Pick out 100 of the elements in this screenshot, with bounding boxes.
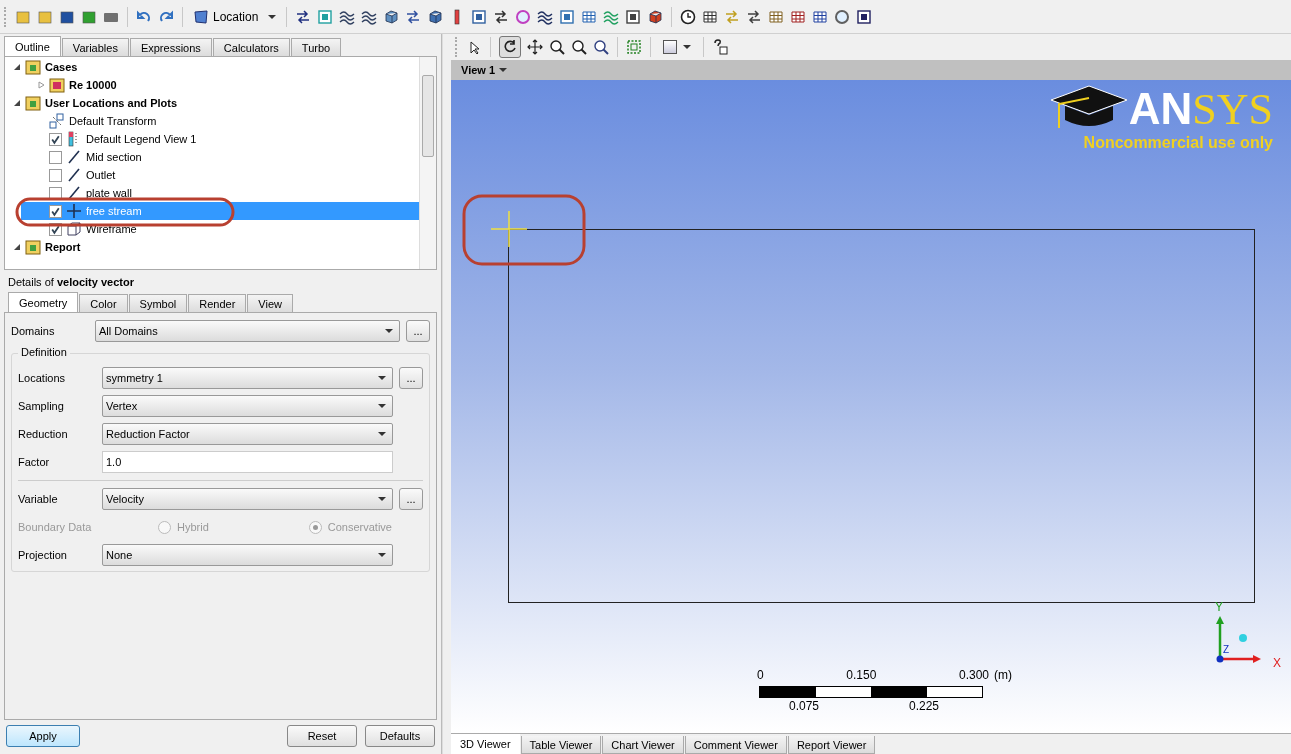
group-title: Definition [18, 346, 70, 358]
viewport[interactable]: ANSYS Noncommercial use only 0 0.150 0.300 (m) 0.075 0.225 Y Z X [451, 80, 1291, 733]
tree-item-label[interactable]: Re 10000 [69, 79, 117, 91]
viewer-tab[interactable]: Report Viewer [787, 736, 876, 754]
table-icon[interactable] [790, 8, 807, 25]
tree-item-label[interactable]: Outlet [86, 169, 116, 181]
action-button[interactable]: Defaults [365, 725, 435, 747]
dropdown[interactable]: Reduction Factor [102, 423, 393, 445]
wireframe-icon [66, 221, 82, 237]
arrows-icon[interactable] [295, 8, 312, 25]
more-button[interactable]: ... [399, 367, 423, 389]
action-button[interactable]: Reset [287, 725, 357, 747]
zoom-icon[interactable] [593, 39, 609, 55]
dropdown[interactable]: All Domains [95, 320, 400, 342]
table-icon[interactable] [768, 8, 785, 25]
tree-group-label[interactable]: Cases [45, 61, 78, 73]
logo-text: ANSYS [1128, 86, 1273, 132]
outline-tab[interactable]: Expressions [129, 38, 212, 56]
license-note: Noncommercial use only [1083, 134, 1273, 152]
tree-group-label[interactable]: Report [45, 241, 81, 253]
cube-icon[interactable] [427, 8, 444, 25]
tree-item-label[interactable]: plate wall [86, 187, 132, 199]
zoom-icon[interactable] [549, 39, 565, 55]
viewer-tab[interactable]: Chart Viewer [602, 736, 684, 754]
scale-unit: (m) [994, 668, 1012, 682]
folder-icon [25, 95, 41, 111]
viewer-tab[interactable]: Comment Viewer [684, 736, 787, 754]
details-title: Details of velocity vector [7, 275, 135, 290]
crosshair-icon [66, 203, 82, 219]
cube-icon[interactable] [383, 8, 400, 25]
viewer-tab[interactable]: 3D Viewer [451, 734, 520, 754]
line-icon [66, 167, 82, 183]
viewer-tab[interactable]: Table Viewer [520, 736, 602, 754]
checkbox[interactable] [49, 168, 62, 182]
location-button[interactable]: Location [191, 8, 279, 25]
scale-label: 0.075 [789, 699, 820, 713]
frame-icon[interactable] [626, 39, 642, 55]
tree-item-label[interactable]: Default Legend View 1 [86, 133, 197, 145]
axis-label: X [1273, 656, 1281, 670]
scale-label: 0.300 [958, 668, 989, 682]
checkbox[interactable] [49, 204, 62, 218]
wave-icon[interactable] [361, 8, 378, 25]
wave-icon[interactable] [339, 8, 356, 25]
tree-item-label[interactable]: Mid section [86, 151, 142, 163]
details-tab[interactable]: Color [79, 294, 128, 312]
outline-tab[interactable]: Outline [4, 36, 61, 56]
dropdown[interactable]: None [102, 544, 393, 566]
axis-label: Z [1223, 644, 1230, 655]
help-icon[interactable] [712, 39, 728, 55]
field-label: Locations [18, 372, 67, 384]
details-tab[interactable]: Symbol [128, 294, 188, 312]
rotate-icon[interactable] [499, 36, 521, 58]
line-icon [66, 185, 82, 201]
tree-item-label[interactable]: Wireframe [86, 223, 137, 235]
crosshair-icon [489, 209, 529, 249]
move-icon[interactable] [527, 39, 543, 55]
folder-icon [25, 239, 41, 255]
details-tab[interactable]: Geometry [8, 292, 79, 312]
more-button[interactable]: ... [399, 488, 423, 510]
axis-label: Y [1215, 600, 1223, 614]
zoom-icon[interactable] [571, 39, 587, 55]
action-button[interactable]: Apply [6, 725, 80, 747]
checkbox[interactable] [49, 150, 62, 164]
location-icon [193, 8, 209, 25]
dropdown[interactable]: Velocity [102, 488, 393, 510]
expander-icon[interactable] [13, 63, 21, 71]
dropdown[interactable]: symmetry 1 [102, 367, 393, 389]
scale-label: 0 [757, 668, 764, 682]
radio-label: Conservative [327, 521, 392, 533]
tree-item-label[interactable]: Default Transform [69, 115, 157, 127]
field-label: Domains [11, 325, 56, 337]
folder-icon [25, 59, 41, 75]
scale-label: 0.150 [846, 668, 877, 682]
outline-tab[interactable]: Turbo [290, 38, 342, 56]
checkbox[interactable] [49, 132, 62, 146]
table-icon[interactable] [581, 8, 598, 25]
field-label: Variable [18, 493, 59, 505]
scale-label: 0.225 [908, 699, 939, 713]
view-menu[interactable]: View 1 [461, 64, 508, 76]
expander-icon[interactable] [13, 243, 21, 251]
details-tab[interactable]: Render [188, 294, 247, 312]
tree-group-label[interactable]: User Locations and Plots [45, 97, 178, 109]
input-field[interactable]: 1.0 [102, 451, 393, 473]
radio-label: Hybrid [177, 521, 209, 533]
field-label: Projection [18, 549, 68, 561]
dropdown[interactable]: Vertex [102, 395, 393, 417]
more-button[interactable]: ... [406, 320, 430, 342]
table-icon[interactable] [812, 8, 829, 25]
field-label: Factor [18, 456, 51, 468]
outline-tab[interactable]: Calculators [212, 38, 290, 56]
clock-icon[interactable] [680, 8, 697, 25]
details-tab[interactable]: View [247, 294, 293, 312]
cube-icon[interactable] [647, 8, 664, 25]
expander-icon[interactable] [13, 99, 21, 107]
line-icon [66, 149, 82, 165]
outline-tab[interactable]: Variables [61, 38, 129, 56]
field-label: Boundary Data [18, 521, 93, 533]
case-icon [49, 77, 65, 93]
field-label: Sampling [18, 400, 65, 412]
scrollbar[interactable] [419, 57, 436, 269]
